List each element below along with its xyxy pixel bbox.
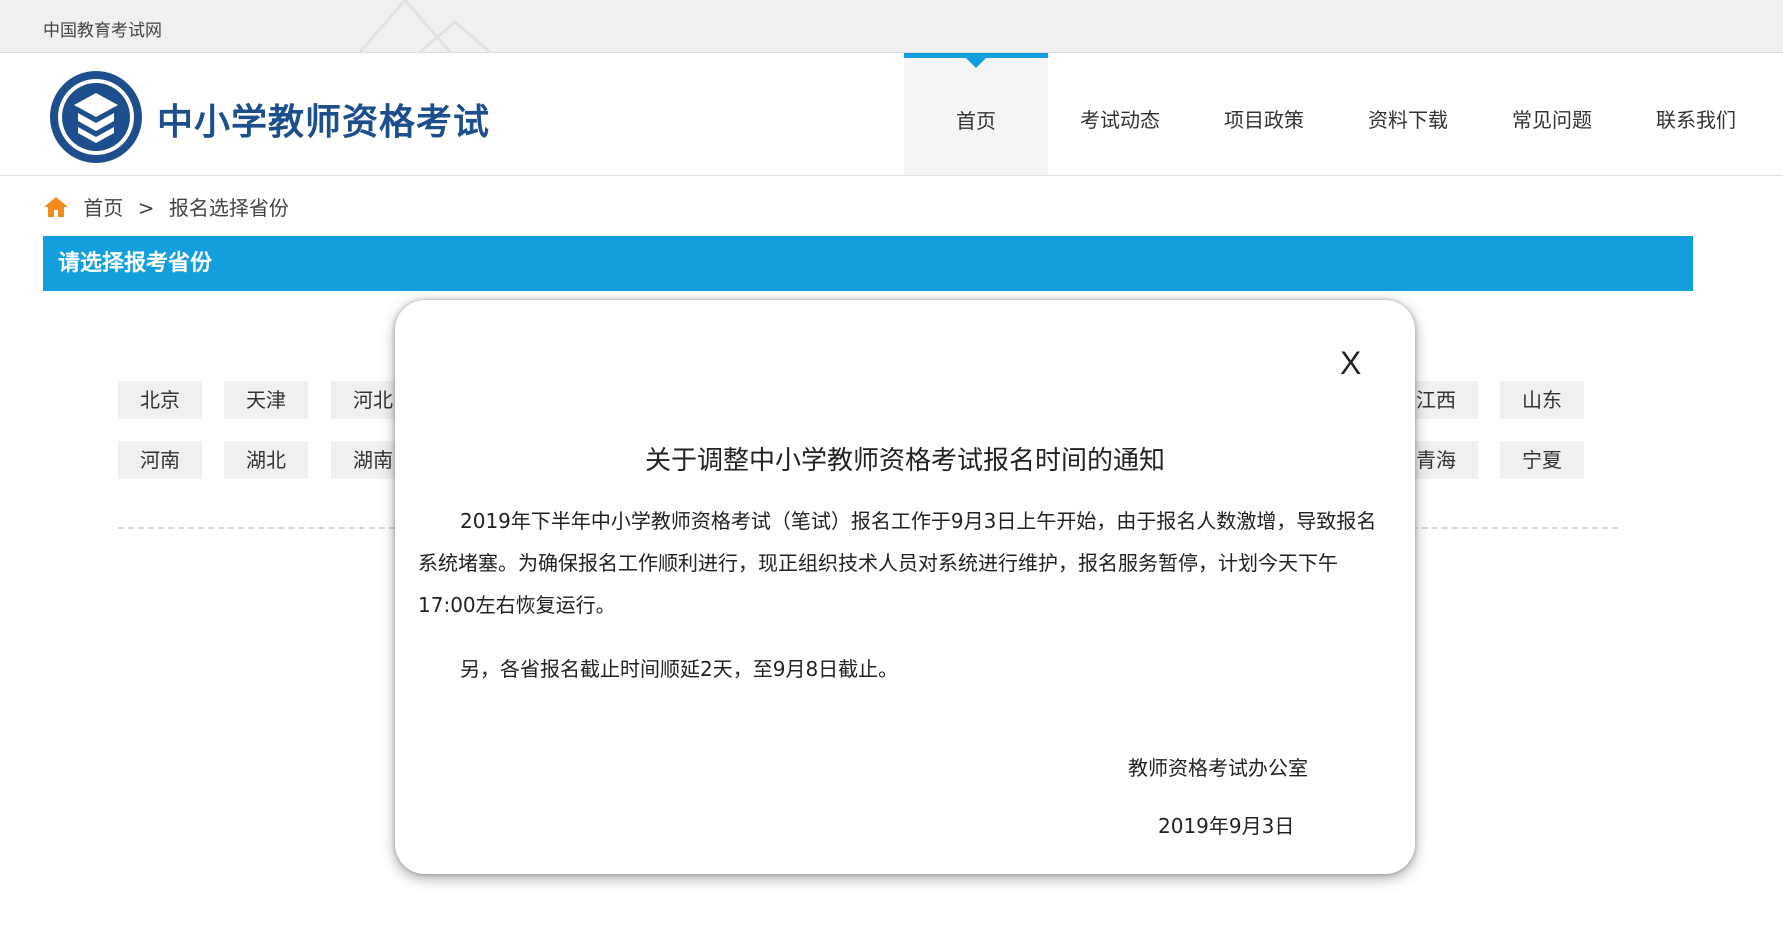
nav-exam-news[interactable]: 考试动态 (1048, 53, 1192, 175)
nav-label: 考试动态 (1080, 108, 1160, 132)
nav-label: 首页 (956, 109, 996, 133)
notice-signature-date: 2019年9月3日 (1158, 814, 1295, 838)
home-icon (44, 197, 68, 217)
breadcrumb: 首页 > 报名选择省份 (43, 192, 289, 221)
notice-signature-org: 教师资格考试办公室 (1128, 756, 1308, 780)
nav-policy[interactable]: 项目政策 (1192, 53, 1336, 175)
background-decoration (360, 0, 491, 52)
notice-modal: X 关于调整中小学教师资格考试报名时间的通知 2019年下半年中小学教师资格考试… (395, 300, 1415, 874)
notice-title: 关于调整中小学教师资格考试报名时间的通知 (644, 446, 1165, 476)
nav-label: 常见问题 (1512, 108, 1592, 132)
site-title: 中小学教师资格考试 (157, 102, 491, 143)
top-bar: 中国教育考试网 (0, 0, 1783, 53)
notice-paragraph: 2019年下半年中小学教师资格考试（笔试）报名工作于9月3日上午开始，由于报名人… (418, 509, 1377, 617)
logo-emblem-icon (50, 71, 142, 163)
breadcrumb-current: 报名选择省份 (168, 196, 289, 220)
notice-body: 2019年下半年中小学教师资格考试（笔试）报名工作于9月3日上午开始，由于报名人… (418, 500, 1394, 690)
province-henan[interactable]: 河南 (118, 441, 202, 479)
breadcrumb-home-link[interactable]: 首页 (83, 196, 123, 220)
province-tianjin[interactable]: 天津 (224, 381, 308, 419)
nav-faq[interactable]: 常见问题 (1480, 53, 1624, 175)
nav-home[interactable]: 首页 (904, 53, 1048, 175)
header: 中小学教师资格考试 首页 考试动态 项目政策 资料下载 常见问题 联系我们 (0, 53, 1783, 176)
province-ningxia[interactable]: 宁夏 (1500, 441, 1584, 479)
active-caret-icon (966, 58, 986, 68)
section-title: 请选择报考省份 (58, 251, 213, 276)
nav-label: 联系我们 (1656, 108, 1736, 132)
notice-paragraph: 另，各省报名截止时间顺延2天，至9月8日截止。 (460, 657, 899, 681)
close-button[interactable]: X (1340, 345, 1361, 382)
province-shandong[interactable]: 山东 (1500, 381, 1584, 419)
province-beijing[interactable]: 北京 (118, 381, 202, 419)
section-title-bar: 请选择报考省份 (43, 236, 1693, 291)
nav-label: 资料下载 (1368, 108, 1448, 132)
nav-downloads[interactable]: 资料下载 (1336, 53, 1480, 175)
site-link[interactable]: 中国教育考试网 (43, 16, 162, 41)
province-hubei[interactable]: 湖北 (224, 441, 308, 479)
breadcrumb-separator: > (137, 196, 155, 220)
nav-label: 项目政策 (1224, 108, 1304, 132)
nav-contact[interactable]: 联系我们 (1624, 53, 1768, 175)
